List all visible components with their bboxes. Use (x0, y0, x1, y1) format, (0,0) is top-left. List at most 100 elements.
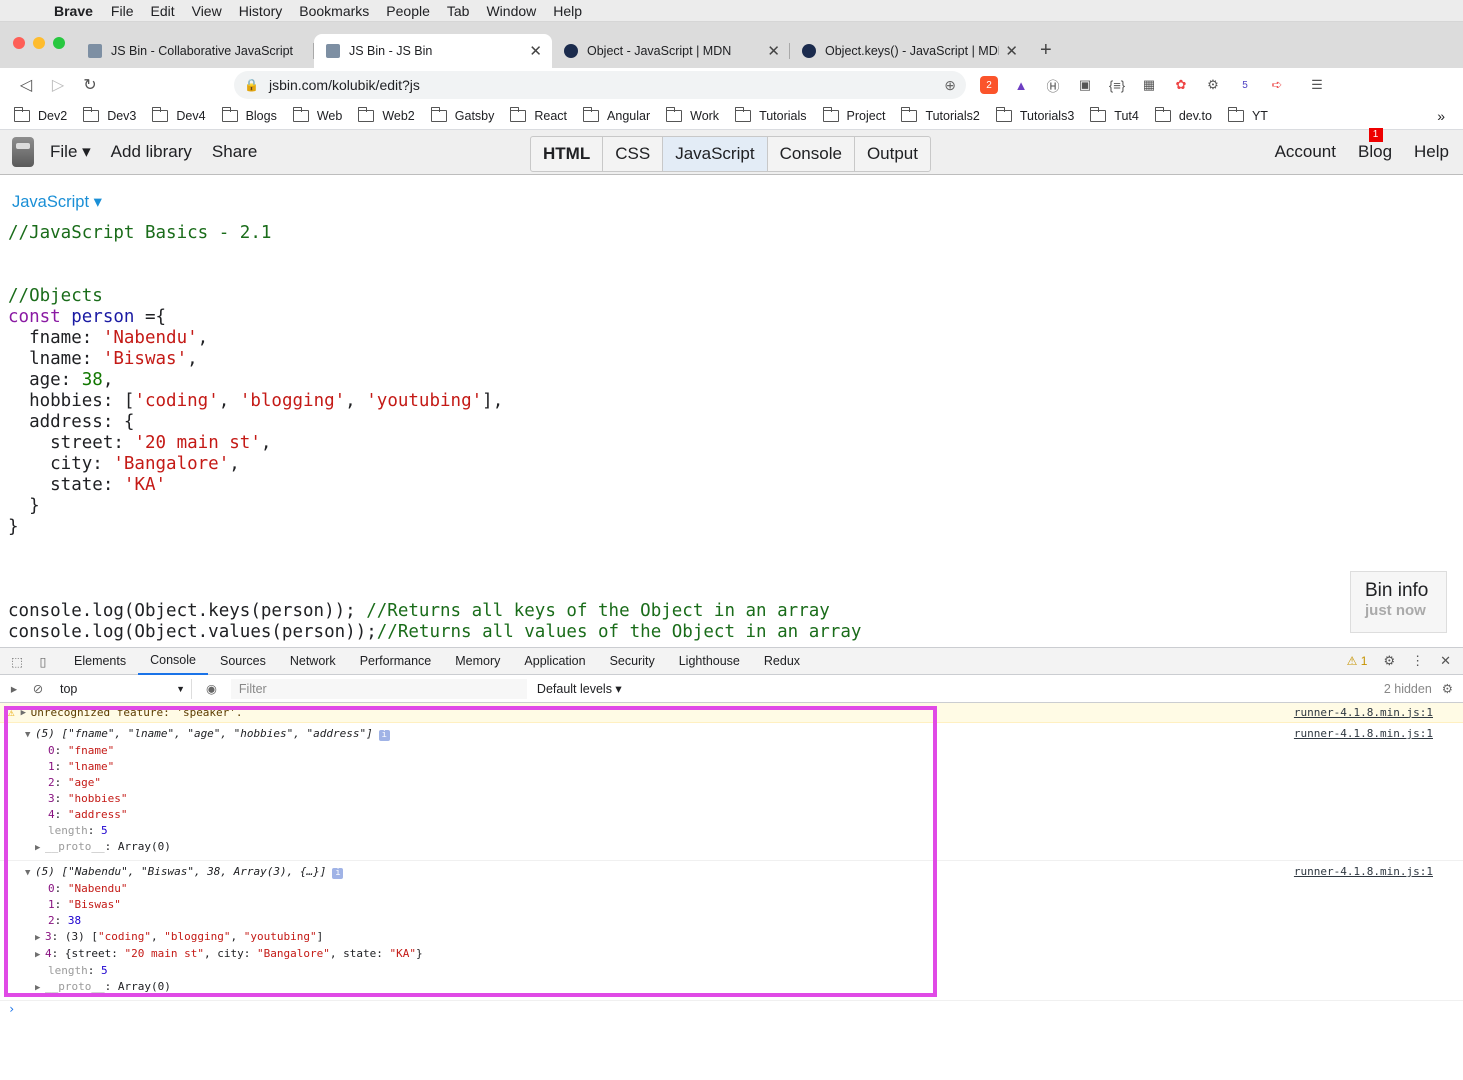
add-library-button[interactable]: Add library (111, 142, 192, 162)
menu-history[interactable]: History (239, 3, 283, 19)
inspect-element-icon[interactable]: ⬚ (4, 654, 30, 669)
close-tab-icon[interactable]: ✕ (1005, 42, 1018, 60)
expand-triangle-icon[interactable]: ▶ (35, 840, 45, 856)
menu-file[interactable]: File (111, 3, 134, 19)
ext-screen-icon[interactable]: ▣ (1076, 76, 1094, 94)
ext-gear-icon[interactable]: ⚙ (1204, 76, 1222, 94)
more-options-icon[interactable]: ⋮ (1411, 653, 1424, 669)
bin-info-panel[interactable]: Bin info just now (1350, 571, 1447, 633)
proto-entry[interactable]: ▶ __proto__: Array(0) (25, 839, 1463, 856)
zoom-icon[interactable]: ⊕ (944, 77, 956, 94)
expand-triangle-icon[interactable]: ▶ (35, 947, 45, 963)
array-entry[interactable]: ▶ 4: {street: "20 main st", city: "Bangal… (25, 946, 1463, 963)
values-array-header[interactable]: ▼ (5) ["Nabendu", "Biswas", 38, Array(3),… (25, 864, 1463, 881)
forward-icon[interactable]: ▷ (42, 75, 74, 95)
menu-help[interactable]: Help (553, 3, 582, 19)
expand-triangle-icon[interactable]: ▶ (35, 980, 45, 996)
bookmark-folder[interactable]: Dev4 (152, 106, 206, 123)
devtools-tab-memory[interactable]: Memory (443, 648, 512, 675)
panel-output-button[interactable]: Output (855, 137, 930, 171)
minimize-window-button[interactable] (33, 37, 45, 49)
devtools-tab-redux[interactable]: Redux (752, 648, 812, 675)
bookmark-folder[interactable]: YT (1227, 106, 1268, 123)
eye-icon[interactable]: ◉ (206, 681, 217, 696)
code-content[interactable]: //JavaScript Basics - 2.1 //Objects cons… (8, 223, 861, 643)
sidebar-toggle-icon[interactable]: ▸ (0, 681, 28, 696)
devtools-tab-security[interactable]: Security (598, 648, 667, 675)
browser-tab-mdn-object[interactable]: Object - JavaScript | MDN ✕ (552, 34, 790, 68)
menu-bookmarks[interactable]: Bookmarks (299, 3, 369, 19)
ext-arrow-icon[interactable]: ➪ (1268, 76, 1286, 94)
source-link[interactable]: runner-4.1.8.min.js:1 (1294, 726, 1433, 742)
bookmark-folder[interactable]: Tutorials (735, 106, 807, 123)
devtools-tab-sources[interactable]: Sources (208, 648, 278, 675)
bookmark-folder[interactable]: Web (292, 106, 342, 123)
menu-edit[interactable]: Edit (150, 3, 174, 19)
devtools-tab-lighthouse[interactable]: Lighthouse (667, 648, 752, 675)
browser-tab-jsbin-collab[interactable]: JS Bin - Collaborative JavaScript (76, 34, 314, 68)
help-link[interactable]: Help (1414, 142, 1449, 162)
ext-color-icon[interactable]: ✿ (1172, 76, 1190, 94)
panel-javascript-button[interactable]: JavaScript (663, 137, 768, 171)
app-menu[interactable]: Brave (54, 3, 93, 19)
clear-console-icon[interactable]: ⊘ (28, 681, 48, 696)
panel-console-button[interactable]: Console (768, 137, 855, 171)
bookmarks-overflow-icon[interactable]: » (1437, 108, 1445, 124)
back-icon[interactable]: ◁ (10, 75, 42, 95)
expand-triangle-icon[interactable]: ▶ (35, 930, 45, 946)
bookmark-folder[interactable]: Angular (583, 106, 650, 123)
close-window-button[interactable] (13, 37, 25, 49)
close-tab-icon[interactable]: ✕ (767, 42, 780, 60)
bookmark-folder[interactable]: Tutorials3 (995, 106, 1074, 123)
bookmark-folder[interactable]: Project (822, 106, 885, 123)
browser-menu-icon[interactable]: ☰ (1308, 76, 1326, 94)
settings-gear-icon[interactable]: ⚙ (1383, 653, 1395, 669)
account-link[interactable]: Account (1275, 142, 1336, 162)
warning-count-button[interactable]: ⚠ 1 (1347, 654, 1368, 668)
bookmark-folder[interactable]: Tut4 (1090, 106, 1139, 123)
bookmark-folder[interactable]: Tutorials2 (901, 106, 980, 123)
devtools-tab-network[interactable]: Network (278, 648, 348, 675)
devtools-tab-application[interactable]: Application (512, 648, 597, 675)
menu-people[interactable]: People (386, 3, 430, 19)
file-menu-button[interactable]: File ▾ (50, 142, 91, 162)
collapse-triangle-icon[interactable]: ▼ (25, 865, 35, 881)
new-tab-icon[interactable]: + (1040, 39, 1052, 62)
menu-tab[interactable]: Tab (447, 3, 470, 19)
console-prompt[interactable]: › (0, 1001, 1463, 1021)
close-tab-icon[interactable]: ✕ (529, 42, 542, 60)
bookmark-folder[interactable]: Work (666, 106, 719, 123)
bookmark-folder[interactable]: React (510, 106, 567, 123)
lock-icon[interactable]: 🔒 (244, 78, 259, 92)
bookmark-folder[interactable]: Web2 (358, 106, 415, 123)
bookmark-folder[interactable]: Gatsby (430, 106, 494, 123)
proto-entry[interactable]: ▶ __proto__: Array(0) (25, 979, 1463, 996)
menu-window[interactable]: Window (486, 3, 536, 19)
ext-h-icon[interactable]: Ⓗ (1044, 76, 1062, 94)
bookmark-folder[interactable]: Blogs (221, 106, 277, 123)
source-link[interactable]: runner-4.1.8.min.js:1 (1294, 705, 1433, 721)
panel-html-button[interactable]: HTML (531, 137, 604, 171)
brave-shield-icon[interactable]: 2 (980, 76, 998, 94)
devtools-tab-performance[interactable]: Performance (348, 648, 444, 675)
log-levels-dropdown[interactable]: Default levels ▾ (537, 681, 622, 696)
brave-rewards-icon[interactable]: ▲ (1012, 76, 1030, 94)
bookmark-folder[interactable]: dev.to (1154, 106, 1212, 123)
browser-tab-mdn-keys[interactable]: Object.keys() - JavaScript | MDN ✕ (790, 34, 1028, 68)
zoom-window-button[interactable] (53, 37, 65, 49)
menu-view[interactable]: View (192, 3, 222, 19)
bookmark-folder[interactable]: Dev3 (83, 106, 136, 123)
blog-link[interactable]: Blog (1358, 142, 1392, 162)
devtools-tab-elements[interactable]: Elements (62, 648, 138, 675)
language-selector[interactable]: JavaScript ▾ (12, 192, 102, 212)
context-selector[interactable]: top ▼ (54, 678, 192, 699)
bookmark-folder[interactable]: Dev2 (14, 106, 67, 123)
ext-redux-icon[interactable]: 5 (1236, 76, 1254, 94)
ext-grid-icon[interactable]: ▦ (1140, 76, 1158, 94)
jsbin-logo-icon[interactable] (12, 137, 34, 167)
console-warning-row[interactable]: ⚠ ▶ Unrecognized feature: 'speaker'. run… (0, 703, 1463, 723)
expand-triangle-icon[interactable]: ▶ (21, 705, 31, 721)
javascript-editor[interactable]: JavaScript ▾ //JavaScript Basics - 2.1 /… (0, 175, 1463, 647)
browser-tab-jsbin-active[interactable]: JS Bin - JS Bin ✕ (314, 34, 552, 68)
close-devtools-icon[interactable]: ✕ (1440, 653, 1451, 669)
